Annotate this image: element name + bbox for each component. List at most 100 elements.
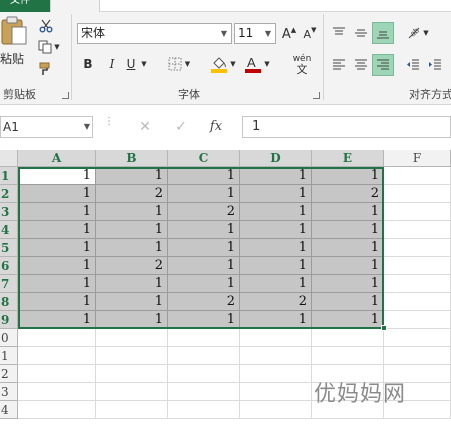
font-name-dropdown[interactable]: 宋体 ▼ xyxy=(77,23,232,44)
tab-home[interactable] xyxy=(50,0,100,12)
empty-cell[interactable] xyxy=(384,347,451,365)
cell[interactable]: 2 xyxy=(96,185,168,203)
phonetic-guide-button[interactable]: wén 文 xyxy=(285,52,319,78)
shrink-font-button[interactable]: A ▼ xyxy=(301,24,319,44)
cell[interactable]: 1 xyxy=(96,239,168,257)
empty-cell[interactable] xyxy=(312,347,384,365)
empty-cell[interactable] xyxy=(384,203,451,221)
row-header[interactable]: 1 xyxy=(0,347,18,365)
empty-cell[interactable] xyxy=(384,185,451,203)
tab-file[interactable]: 文件 xyxy=(0,0,40,12)
empty-cell[interactable] xyxy=(96,383,168,401)
cell[interactable]: 1 xyxy=(168,221,240,239)
align-center-button[interactable] xyxy=(351,54,371,76)
select-all-corner[interactable] xyxy=(0,150,18,167)
clipboard-dialog-launcher-icon[interactable] xyxy=(62,92,69,99)
cell[interactable]: 1 xyxy=(240,311,312,329)
empty-cell[interactable] xyxy=(18,347,96,365)
cell[interactable]: 1 xyxy=(96,221,168,239)
empty-cell[interactable] xyxy=(384,257,451,275)
cell[interactable]: 1 xyxy=(96,293,168,311)
cell[interactable]: 1 xyxy=(240,167,312,185)
cell[interactable]: 1 xyxy=(18,221,96,239)
empty-cell[interactable] xyxy=(168,329,240,347)
column-header-f[interactable]: F xyxy=(384,150,451,167)
decrease-indent-button[interactable] xyxy=(403,54,423,76)
cell[interactable]: 1 xyxy=(312,239,384,257)
format-painter-button[interactable] xyxy=(36,60,56,78)
cell[interactable]: 1 xyxy=(18,239,96,257)
cell[interactable]: 1 xyxy=(168,239,240,257)
empty-cell[interactable] xyxy=(96,329,168,347)
increase-indent-button[interactable] xyxy=(425,54,445,76)
fill-color-button[interactable]: ▼ xyxy=(208,52,238,76)
row-header[interactable]: 6 xyxy=(0,257,18,275)
bold-button[interactable]: B xyxy=(80,54,96,74)
font-dialog-launcher-icon[interactable] xyxy=(313,92,320,99)
row-header[interactable]: 0 xyxy=(0,329,18,347)
empty-cell[interactable] xyxy=(384,167,451,185)
grow-font-button[interactable]: A ▲ xyxy=(280,24,298,44)
column-header-a[interactable]: A xyxy=(18,150,96,167)
empty-cell[interactable] xyxy=(96,401,168,419)
row-header[interactable]: 3 xyxy=(0,383,18,401)
cell[interactable]: 1 xyxy=(168,185,240,203)
row-header[interactable]: 4 xyxy=(0,221,18,239)
cell[interactable]: 1 xyxy=(240,275,312,293)
cell[interactable]: 1 xyxy=(96,311,168,329)
cell[interactable]: 2 xyxy=(168,203,240,221)
empty-cell[interactable] xyxy=(384,275,451,293)
align-top-button[interactable] xyxy=(329,22,349,44)
row-header[interactable]: 3 xyxy=(0,203,18,221)
column-header-c[interactable]: C xyxy=(168,150,240,167)
italic-button[interactable]: I xyxy=(104,54,120,74)
formula-bar-grip-icon[interactable]: ⋮ xyxy=(104,117,114,134)
font-size-dropdown[interactable]: 11 ▼ xyxy=(234,23,276,44)
cell[interactable]: 1 xyxy=(18,203,96,221)
row-header[interactable]: 2 xyxy=(0,185,18,203)
empty-cell[interactable] xyxy=(168,365,240,383)
column-header-d[interactable]: D xyxy=(240,150,312,167)
name-box[interactable]: A1 ▼ xyxy=(0,116,93,138)
cell[interactable]: 1 xyxy=(168,311,240,329)
empty-cell[interactable] xyxy=(18,383,96,401)
cell[interactable]: 1 xyxy=(96,275,168,293)
cell[interactable]: 1 xyxy=(18,275,96,293)
cell[interactable]: 1 xyxy=(312,275,384,293)
row-header[interactable]: 5 xyxy=(0,239,18,257)
fill-handle[interactable] xyxy=(381,325,387,331)
empty-cell[interactable] xyxy=(240,329,312,347)
empty-cell[interactable] xyxy=(18,401,96,419)
cell[interactable]: 1 xyxy=(312,221,384,239)
empty-cell[interactable] xyxy=(168,347,240,365)
cell[interactable]: 1 xyxy=(240,257,312,275)
cell[interactable]: 1 xyxy=(96,167,168,185)
enter-button[interactable]: ✓ xyxy=(172,118,190,136)
align-bottom-button[interactable] xyxy=(372,22,394,44)
borders-button[interactable]: ▼ xyxy=(165,54,193,74)
cell[interactable]: 1 xyxy=(168,257,240,275)
empty-cell[interactable] xyxy=(18,329,96,347)
copy-button[interactable]: ▼ xyxy=(36,38,62,56)
cell[interactable]: 2 xyxy=(168,293,240,311)
cell[interactable]: 1 xyxy=(168,167,240,185)
cancel-button[interactable]: ✕ xyxy=(136,118,154,136)
underline-button[interactable]: U xyxy=(124,54,138,74)
cell[interactable]: 2 xyxy=(240,293,312,311)
cell[interactable]: 1 xyxy=(96,203,168,221)
formula-input[interactable]: 1 xyxy=(242,116,451,138)
empty-cell[interactable] xyxy=(96,365,168,383)
empty-cell[interactable] xyxy=(240,401,312,419)
align-left-button[interactable] xyxy=(329,54,349,76)
row-header[interactable]: 2 xyxy=(0,365,18,383)
empty-cell[interactable] xyxy=(240,383,312,401)
font-color-button[interactable]: A ▼ xyxy=(242,52,272,76)
cell[interactable]: 1 xyxy=(240,221,312,239)
empty-cell[interactable] xyxy=(384,311,451,329)
empty-cell[interactable] xyxy=(384,329,451,347)
column-header-e[interactable]: E xyxy=(312,150,384,167)
row-header[interactable]: 8 xyxy=(0,293,18,311)
cell[interactable]: 1 xyxy=(312,293,384,311)
empty-cell[interactable] xyxy=(96,347,168,365)
cell[interactable]: 1 xyxy=(18,257,96,275)
